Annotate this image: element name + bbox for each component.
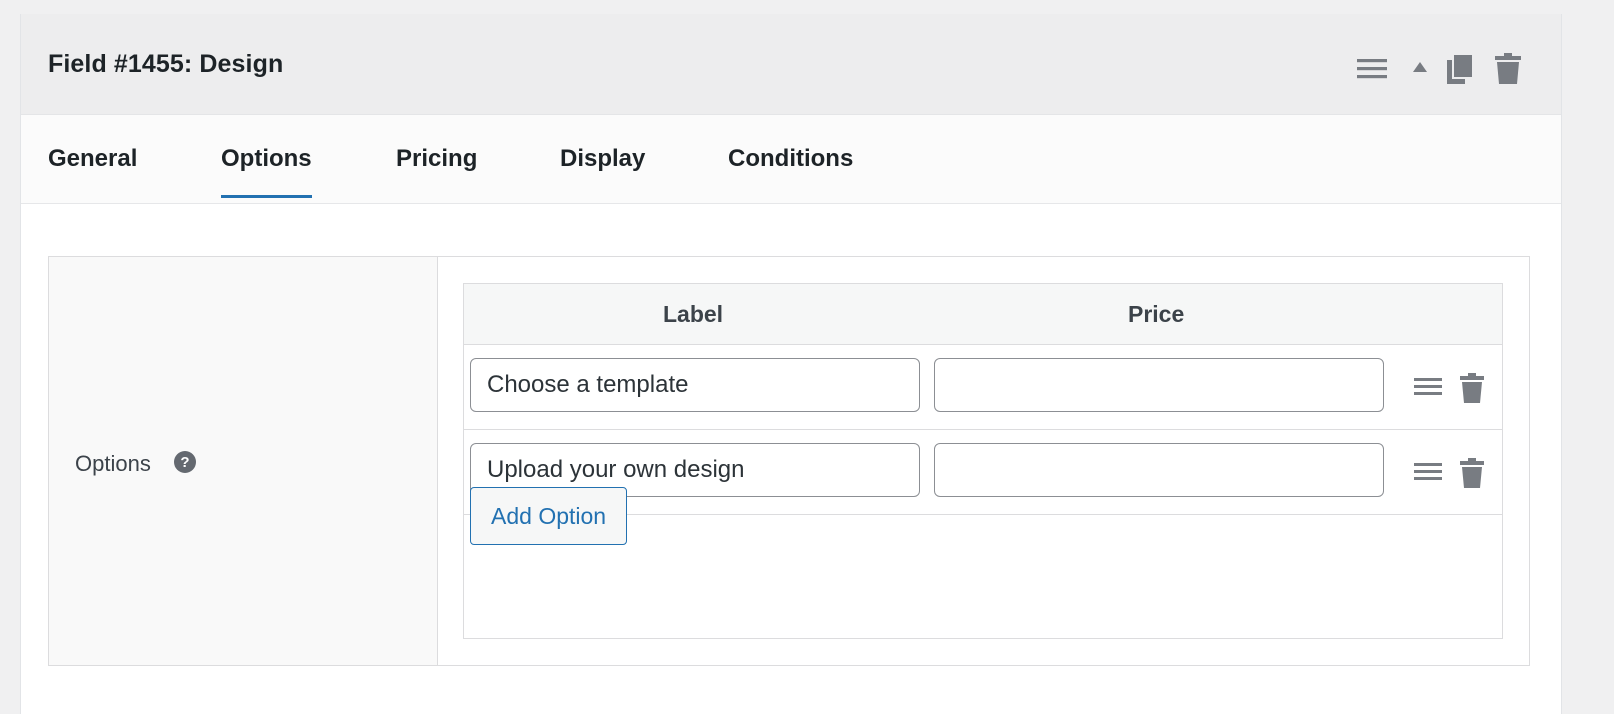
options-list-header: Label Price <box>464 284 1502 345</box>
duplicate-icon[interactable] <box>1447 52 1475 91</box>
option-price-input[interactable] <box>934 443 1384 497</box>
tab-bar: General Options Pricing Display Conditio… <box>21 115 1561 204</box>
options-list-table: Label Price Choose a template Upload you… <box>463 283 1503 639</box>
option-row <box>464 345 1502 430</box>
options-label-cell: Options ? <box>49 257 438 665</box>
delete-option-trash-icon[interactable] <box>1460 457 1484 494</box>
options-settings-table: Options ? Label Price Choose a template … <box>48 256 1530 666</box>
add-option-button[interactable]: Add Option <box>470 487 628 545</box>
drag-handle-icon[interactable] <box>1414 457 1442 492</box>
panel-header[interactable]: Field #1455: Design <box>21 14 1561 115</box>
panel-title: Field #1455: Design <box>48 50 284 78</box>
drag-handle-icon[interactable] <box>1414 372 1442 407</box>
field-panel: Field #1455: Design General Options Pric… <box>20 14 1562 714</box>
tab-options[interactable]: Options <box>221 145 312 198</box>
trash-icon[interactable] <box>1495 52 1521 91</box>
column-header-label: Label <box>663 301 724 327</box>
delete-option-trash-icon[interactable] <box>1460 372 1484 409</box>
collapse-arrow-icon[interactable] <box>1411 52 1429 91</box>
options-label: Options <box>75 451 151 476</box>
tab-pricing[interactable]: Pricing <box>396 145 477 195</box>
tab-conditions[interactable]: Conditions <box>728 145 853 195</box>
tab-general[interactable]: General <box>48 145 137 195</box>
column-header-price: Price <box>1128 301 1185 327</box>
svg-text:?: ? <box>180 454 189 471</box>
menu-icon[interactable] <box>1357 52 1387 91</box>
header-actions <box>1357 52 1527 86</box>
tab-display[interactable]: Display <box>560 145 645 195</box>
option-label-input[interactable] <box>470 358 920 412</box>
question-circle-icon[interactable]: ? <box>173 450 197 474</box>
option-price-input[interactable] <box>934 358 1384 412</box>
